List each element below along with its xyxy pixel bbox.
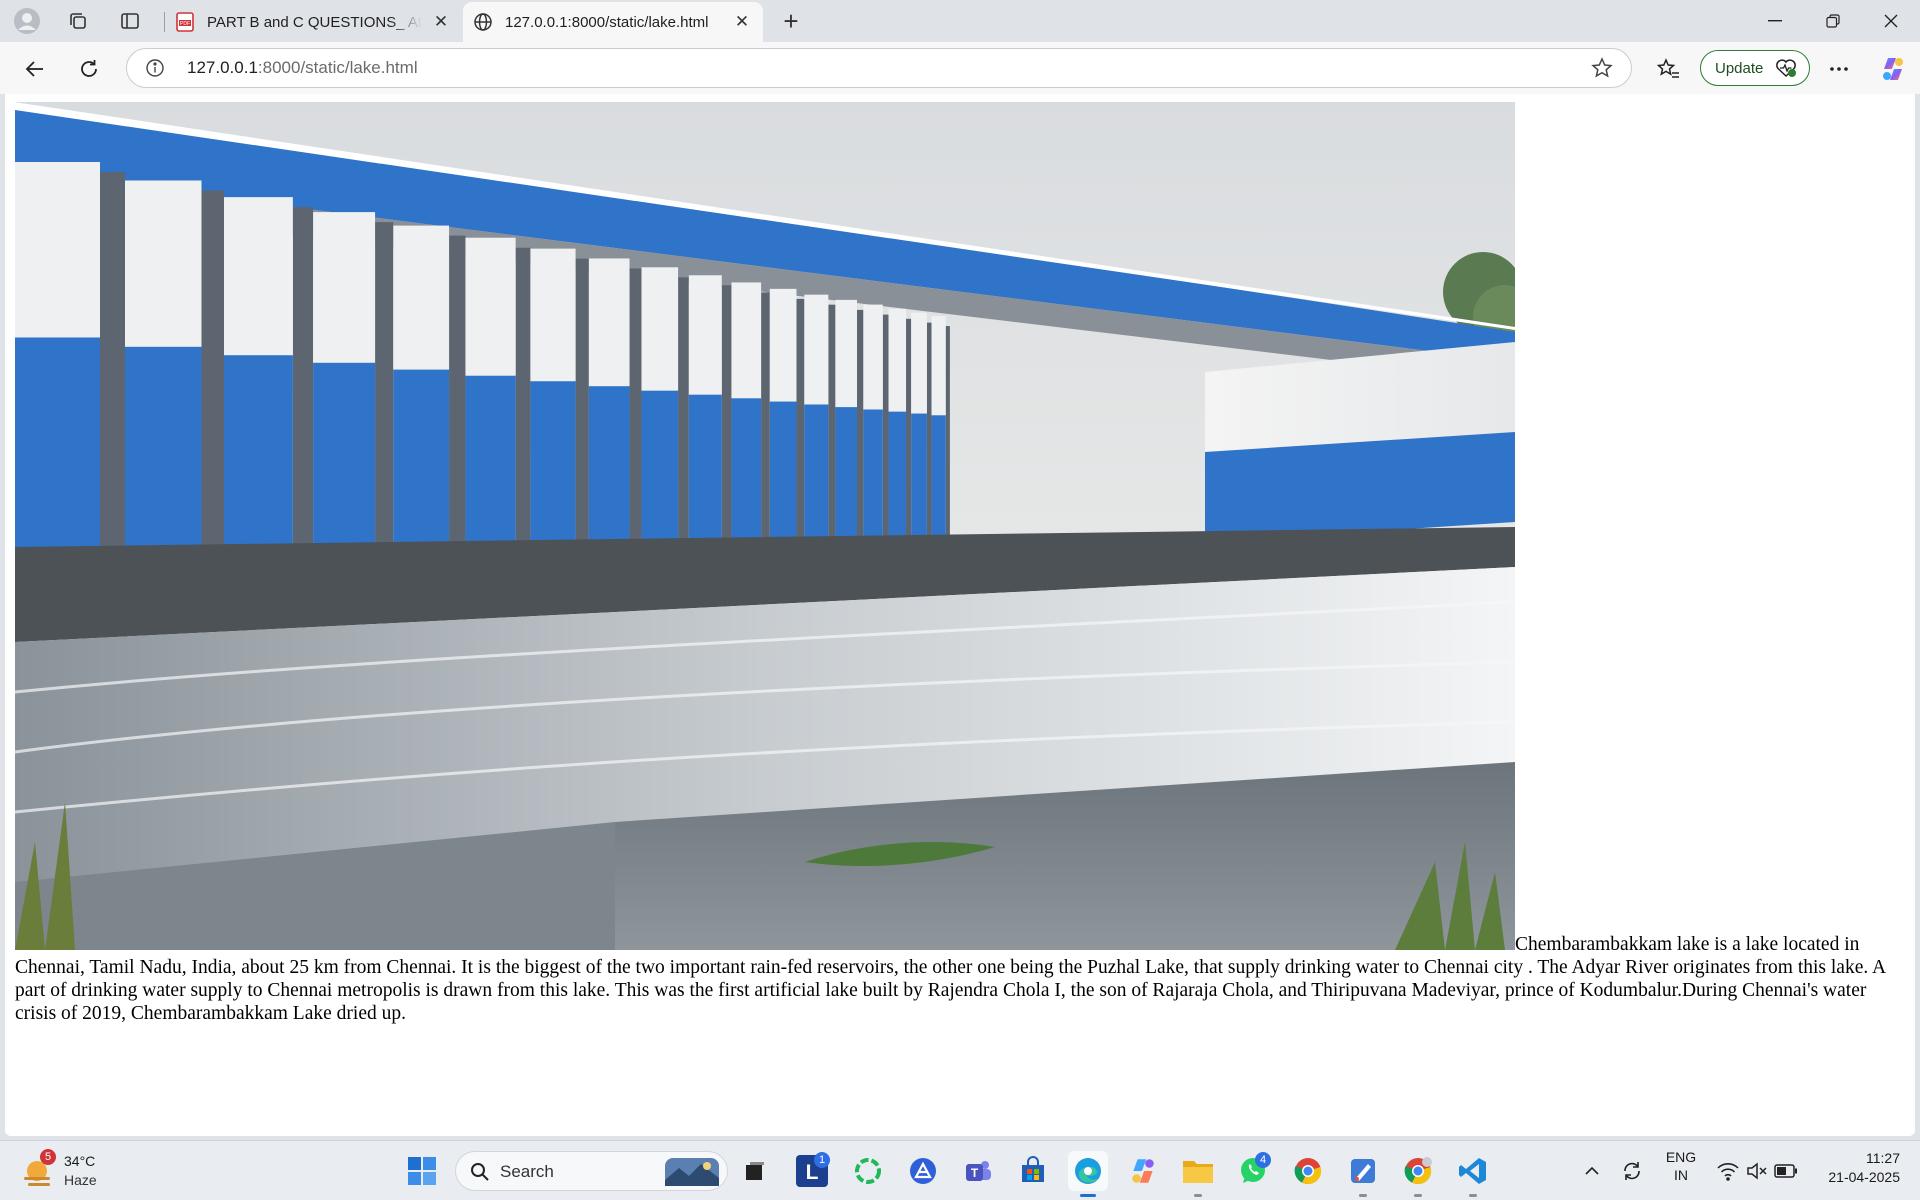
svg-text:T: T (971, 1166, 979, 1180)
taskbar-chrome[interactable] (1288, 1151, 1328, 1191)
clock-time: 11:27 (1866, 1150, 1900, 1166)
favorite-star-icon[interactable] (1591, 57, 1613, 79)
tab-bar: PDF PART B and C QUESTIONS_ Attem ✕ 127.… (0, 0, 1920, 42)
clock[interactable]: 11:27 21-04-2025 (1808, 1150, 1900, 1185)
folder-icon (1183, 1161, 1213, 1183)
vector-icon (910, 1158, 936, 1184)
search-icon (471, 1163, 489, 1181)
show-hidden-icons-button[interactable] (1572, 1151, 1612, 1191)
close-tab-icon[interactable]: ✕ (430, 11, 452, 33)
tab-title: PART B and C QUESTIONS_ Attem (207, 13, 422, 31)
minimize-button[interactable] (1746, 0, 1804, 42)
language-code: ENG (1665, 1149, 1697, 1165)
running-indicator (1469, 1194, 1477, 1197)
url-path: :8000/static/lake.html (257, 58, 418, 77)
taskbar-ring-app[interactable] (848, 1151, 888, 1191)
active-app-indicator (1080, 1194, 1096, 1197)
back-button[interactable] (18, 52, 52, 86)
weather-condition: Haze (64, 1172, 97, 1188)
taskbar-chrome-profile[interactable] (1398, 1151, 1438, 1197)
language-indicator[interactable]: ENG IN (1656, 1149, 1706, 1183)
heart-pulse-icon (1776, 59, 1796, 78)
update-button[interactable]: Update (1700, 50, 1810, 86)
workspaces-icon[interactable] (63, 6, 93, 36)
taskbar-vscode[interactable] (1453, 1151, 1493, 1197)
search-label: Search (500, 1162, 554, 1181)
task-view-button[interactable] (735, 1151, 775, 1191)
favorites-icon[interactable] (1652, 52, 1686, 86)
battery-icon (1774, 1164, 1797, 1178)
running-indicator (1414, 1194, 1422, 1197)
weather-alert-badge: 5 (40, 1149, 56, 1165)
taskbar-file-explorer[interactable] (1178, 1151, 1218, 1197)
more-options-icon[interactable] (1822, 52, 1856, 86)
taskbar-search[interactable]: Search (455, 1151, 728, 1191)
notification-badge: 4 (1255, 1152, 1271, 1168)
update-label: Update (1715, 59, 1764, 77)
pdf-icon: PDF (175, 12, 195, 32)
refresh-button[interactable] (72, 52, 106, 86)
wifi-icon (1717, 1163, 1739, 1181)
store-icon (1022, 1156, 1044, 1182)
weather-temperature: 34°C (64, 1153, 96, 1169)
task-view-icon (746, 1162, 764, 1180)
tab-title: 127.0.0.1:8000/static/lake.html (505, 13, 709, 31)
page-body: Chembarambakkam lake is a lake located i… (15, 102, 1900, 1025)
keyboard-region: IN (1674, 1167, 1688, 1183)
chrome-icon (1294, 1158, 1322, 1185)
vscode-icon (1459, 1158, 1486, 1184)
running-indicator (1194, 1194, 1202, 1197)
taskbar-l-app[interactable]: L 1 (792, 1151, 832, 1191)
chevron-up-icon (1585, 1166, 1599, 1175)
sync-icon (1624, 1162, 1640, 1180)
close-tab-icon[interactable]: ✕ (731, 11, 753, 33)
taskbar-copilot[interactable] (1123, 1151, 1163, 1191)
address-bar[interactable]: 127.0.0.1:8000/static/lake.html (126, 48, 1632, 88)
taskbar-store[interactable] (1013, 1151, 1053, 1191)
site-info-icon[interactable] (145, 58, 165, 78)
windows-icon (408, 1157, 436, 1185)
taskbar-whatsapp[interactable]: 4 (1233, 1151, 1273, 1191)
taskbar-paint[interactable] (1343, 1151, 1383, 1197)
edge-icon (1075, 1158, 1101, 1184)
tab-pdf-questions[interactable]: PDF PART B and C QUESTIONS_ Attem ✕ (165, 2, 462, 42)
vertical-tabs-icon[interactable] (115, 6, 145, 36)
quick-settings-button[interactable] (1712, 1151, 1802, 1191)
new-tab-button[interactable]: + (776, 6, 806, 36)
globe-icon (473, 12, 493, 32)
teams-icon: T (966, 1161, 991, 1181)
url-text[interactable]: 127.0.0.1:8000/static/lake.html (187, 58, 418, 78)
paint-icon (1351, 1159, 1375, 1183)
lake-photo (15, 102, 1515, 950)
restore-button[interactable] (1804, 0, 1862, 42)
clock-date: 21-04-2025 (1828, 1169, 1900, 1185)
page-viewport: Chembarambakkam lake is a lake located i… (5, 94, 1915, 1136)
weather-widget[interactable]: 5 34°C Haze (22, 1149, 122, 1191)
running-indicator (1359, 1194, 1367, 1197)
search-highlight-icon (665, 1158, 719, 1186)
start-button[interactable] (402, 1151, 442, 1191)
copilot-icon[interactable] (1876, 52, 1910, 86)
notification-badge: 1 (814, 1152, 830, 1168)
browser-toolbar: 127.0.0.1:8000/static/lake.html Update (0, 42, 1920, 94)
taskbar-vector-app[interactable] (903, 1151, 943, 1191)
tab-lake[interactable]: 127.0.0.1:8000/static/lake.html ✕ (463, 2, 763, 42)
sync-status-button[interactable] (1612, 1151, 1652, 1191)
volume-muted-icon (1747, 1162, 1767, 1180)
svg-text:PDF: PDF (180, 21, 190, 27)
chrome-icon (1404, 1157, 1432, 1185)
taskbar-teams[interactable]: T (958, 1151, 998, 1191)
profile-avatar-icon[interactable] (12, 6, 42, 36)
ring-icon (855, 1158, 881, 1184)
copilot-icon (1132, 1159, 1154, 1183)
url-host: 127.0.0.1 (187, 58, 258, 77)
taskbar: 5 34°C Haze Search L 1 T 4 ENG IN 11:27 … (0, 1140, 1920, 1200)
close-window-button[interactable] (1862, 0, 1920, 42)
taskbar-edge[interactable] (1068, 1151, 1108, 1197)
